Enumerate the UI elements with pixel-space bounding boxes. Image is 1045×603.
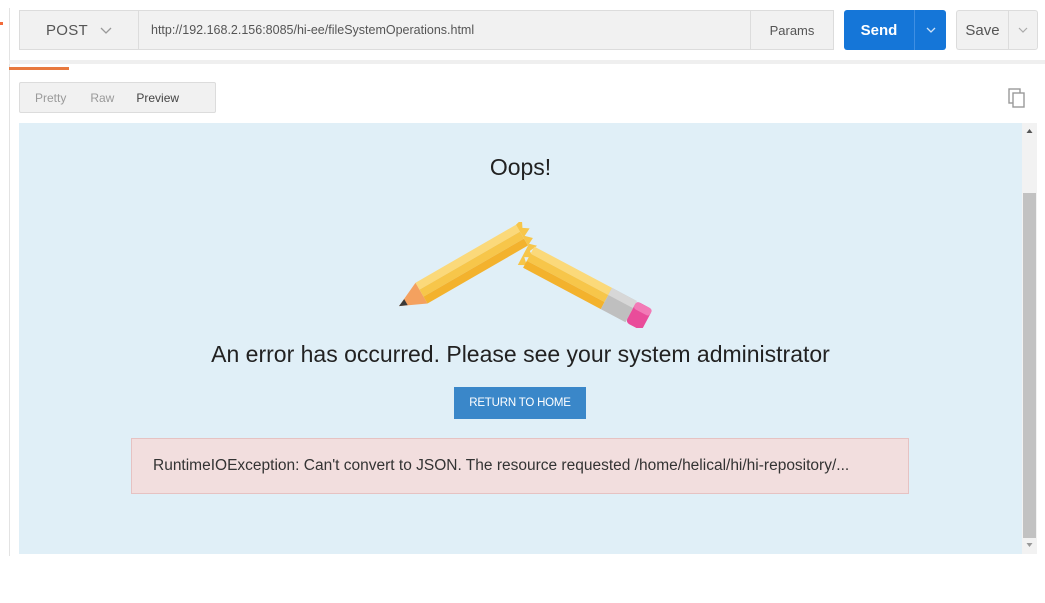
copy-icon[interactable] <box>1006 87 1028 109</box>
send-label: Send <box>860 21 898 39</box>
toolbar-divider <box>9 60 1045 64</box>
send-button[interactable]: Send <box>844 10 914 50</box>
left-divider <box>9 8 10 556</box>
scrollbar-thumb[interactable] <box>1023 193 1036 538</box>
send-options-button[interactable] <box>914 10 946 50</box>
exception-alert: RuntimeIOException: Can't convert to JSO… <box>131 438 909 494</box>
scroll-down-icon[interactable] <box>1022 538 1037 552</box>
error-message: An error has occurred. Please see your s… <box>211 341 830 367</box>
method-selector[interactable]: POST <box>19 10 138 50</box>
url-text: http://192.168.2.156:8085/hi-ee/fileSyst… <box>151 23 475 37</box>
params-button[interactable]: Params <box>750 10 834 50</box>
save-label: Save <box>965 21 1000 39</box>
active-tab-indicator <box>9 67 69 70</box>
return-to-home-button[interactable]: RETURN TO HOME <box>454 387 586 419</box>
tab-raw[interactable]: Raw <box>82 91 128 105</box>
params-label: Params <box>769 22 815 38</box>
chevron-down-icon <box>1018 21 1028 39</box>
tab-preview[interactable]: Preview <box>128 91 187 105</box>
method-label: POST <box>45 21 89 39</box>
chevron-down-icon <box>926 21 936 39</box>
scroll-up-icon[interactable] <box>1022 124 1037 138</box>
tab-pretty[interactable]: Pretty <box>20 91 82 105</box>
edge-marker <box>0 22 3 25</box>
chevron-down-icon <box>100 22 112 39</box>
return-to-home-label: RETURN TO HOME <box>469 397 571 409</box>
exception-text: RuntimeIOException: Can't convert to JSO… <box>153 457 850 474</box>
save-options-button[interactable] <box>1008 10 1038 50</box>
save-button[interactable]: Save <box>956 10 1008 50</box>
error-heading: Oops! <box>489 154 552 180</box>
url-input[interactable]: http://192.168.2.156:8085/hi-ee/fileSyst… <box>138 10 751 50</box>
response-view-tabs: Pretty Raw Preview <box>19 82 216 113</box>
broken-pencil-icon <box>370 219 670 330</box>
